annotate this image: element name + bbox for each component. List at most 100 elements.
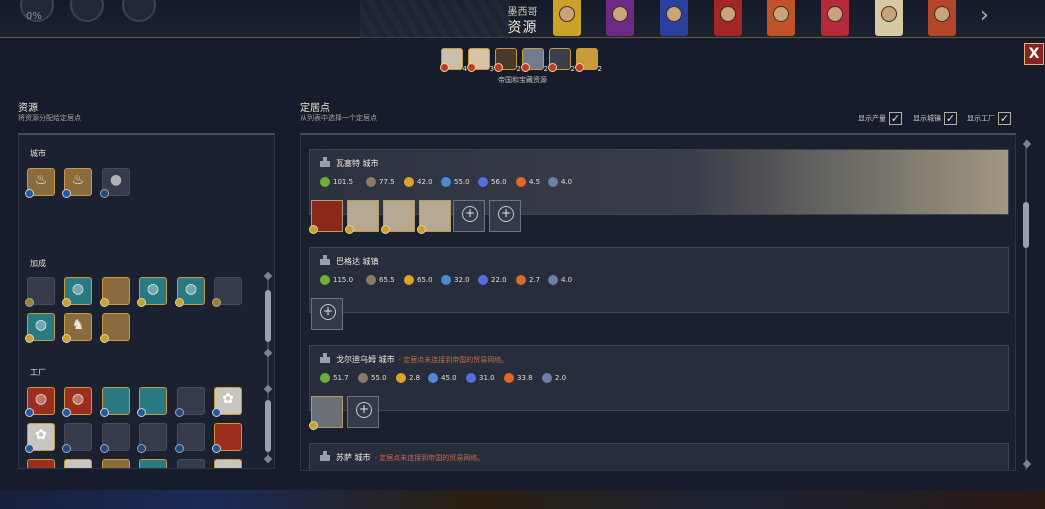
resource-icon[interactable] [25,277,55,307]
scroll-thumb[interactable] [265,400,271,452]
toggle-show-towns[interactable]: 显示城镇 ✓ [913,112,957,125]
resource-icon[interactable] [27,459,55,468]
left-section-subtitle: 将资源分配给定居点 [18,114,81,122]
civ-banner[interactable] [606,0,634,36]
happiness-icon [516,177,526,187]
food-icon [320,373,330,383]
science-icon [428,373,438,383]
resource-icon[interactable] [139,459,167,468]
resource-icon[interactable] [137,387,167,417]
civ-banner[interactable] [553,0,581,36]
resource-icon[interactable]: ◍ [62,277,92,307]
horse-icon[interactable]: 2 [494,48,521,73]
civ-banner[interactable] [714,0,742,36]
resource-icon[interactable] [177,459,205,468]
culture-icon [466,373,476,383]
summary-label: 帝国和宝藏资源 [498,76,547,84]
group-label-bonus: 加成 [30,259,46,268]
porcelain-icon[interactable]: 2 [521,48,548,73]
settlement-name: 苏萨 城市 - 定居点未连接到帝国的贸易网络。 [336,453,485,462]
happiness-icon [504,373,514,383]
checkbox[interactable]: ✓ [944,112,957,125]
resource-icon[interactable] [100,277,130,307]
city-icon [320,451,330,461]
resource-icon[interactable]: ◍ [25,313,55,343]
science-icon [441,275,451,285]
right-scrollbar[interactable] [1022,140,1030,470]
settlement-card[interactable]: 苏萨 城市 - 定居点未连接到帝国的贸易网络。 [309,443,1009,470]
resource-icon[interactable]: ♨ [25,168,55,198]
scroll-thumb[interactable] [1023,202,1029,248]
toggle-show-production[interactable]: 显示产量 ✓ [858,112,902,125]
slot-empty[interactable] [311,298,343,330]
slot-filled[interactable] [309,200,343,234]
resource-icon[interactable]: ♨ [62,168,92,198]
slot-filled[interactable] [309,396,343,430]
settlement-card[interactable]: 瓦塞特 城市 101.5 77.5 42.0 55.0 56.0 4.5 4.0 [309,149,1009,234]
resource-icon[interactable] [214,459,242,468]
checkbox[interactable]: ✓ [889,112,902,125]
scroll-thumb[interactable] [265,290,271,342]
slot-empty[interactable] [489,200,521,232]
resource-icon[interactable]: ✿ [25,423,55,453]
resource-icon[interactable] [64,459,92,468]
civ-banner[interactable] [660,0,688,36]
resource-list[interactable]: 城市 ♨ ♨ ● 加成 ◍ ◍ ◍ ◍ ♞ 工厂 ◍ ◍ ✿ ✿ [18,133,275,469]
civ-banner[interactable] [767,0,795,36]
resource-icon[interactable]: ✿ [212,387,242,417]
gold-icon [404,177,414,187]
civ-banner[interactable] [928,0,956,36]
wool-icon[interactable]: 3 [467,48,494,73]
slot-filled[interactable] [417,200,451,234]
resource-icon[interactable]: ◍ [175,277,205,307]
resource-icon[interactable]: ♞ [62,313,92,343]
resource-icon[interactable]: ◍ [25,387,55,417]
resource-icon[interactable] [175,387,205,417]
settlement-list[interactable]: 瓦塞特 城市 101.5 77.5 42.0 55.0 56.0 4.5 4.0… [300,133,1016,471]
resource-icon[interactable] [175,423,205,453]
city-icon [320,353,330,363]
resource-icon[interactable] [102,459,130,468]
iron-icon[interactable]: 2 [548,48,575,73]
influence-icon [542,373,552,383]
resource-icon[interactable] [137,423,167,453]
slot-empty[interactable] [453,200,485,232]
resource-icon[interactable] [100,387,130,417]
close-button[interactable]: X [1024,43,1044,65]
resource-icon[interactable] [100,423,130,453]
right-section-title: 定居点 [300,103,330,114]
culture-icon [478,177,488,187]
left-section-title: 资源 [18,103,38,114]
slot-filled[interactable] [345,200,379,234]
top-bar: 0% 墨西哥 资源 › [0,0,1045,38]
settlement-card[interactable]: 戈尔迪乌姆 城市 - 定居点未连接到帝国的贸易网络。 51.7 55.0 2.8 … [309,345,1009,430]
settlement-name: 瓦塞特 城市 [336,159,379,168]
resource-icon[interactable] [212,423,242,453]
cotton-icon[interactable]: 4 [440,48,467,73]
resource-icon[interactable]: ◍ [62,387,92,417]
group-label-city: 城市 [30,149,46,158]
slot-filled[interactable] [381,200,415,234]
industry-icon [366,275,376,285]
checkbox[interactable]: ✓ [998,112,1011,125]
industry-icon [366,177,376,187]
resource-icon[interactable] [62,423,92,453]
toggle-show-factories[interactable]: 显示工厂 ✓ [967,112,1011,125]
civ-banner[interactable] [821,0,849,36]
slot-empty[interactable] [347,396,379,428]
resource-icon[interactable] [212,277,242,307]
gold-icon [404,275,414,285]
civ-banner[interactable] [875,0,903,36]
resource-icon[interactable]: ● [100,168,130,198]
food-icon [320,275,330,285]
scroll-right-arrow-icon[interactable]: › [980,3,989,28]
resource-icon[interactable]: ◍ [137,277,167,307]
settlement-name: 戈尔迪乌姆 城市 - 定居点未连接到帝国的贸易网络。 [336,355,509,364]
empire-resource-summary: 4 3 2 2 2 2 [440,48,605,76]
left-scrollbar[interactable] [265,272,271,460]
happiness-icon [516,275,526,285]
settlement-card[interactable]: 巴格达 城镇 115.0 65.5 65.0 32.0 22.0 2.7 4.0 [309,247,1009,330]
gold-icon[interactable]: 2 [575,48,602,73]
resource-icon[interactable] [100,313,130,343]
settlement-name: 巴格达 城镇 [336,257,379,266]
